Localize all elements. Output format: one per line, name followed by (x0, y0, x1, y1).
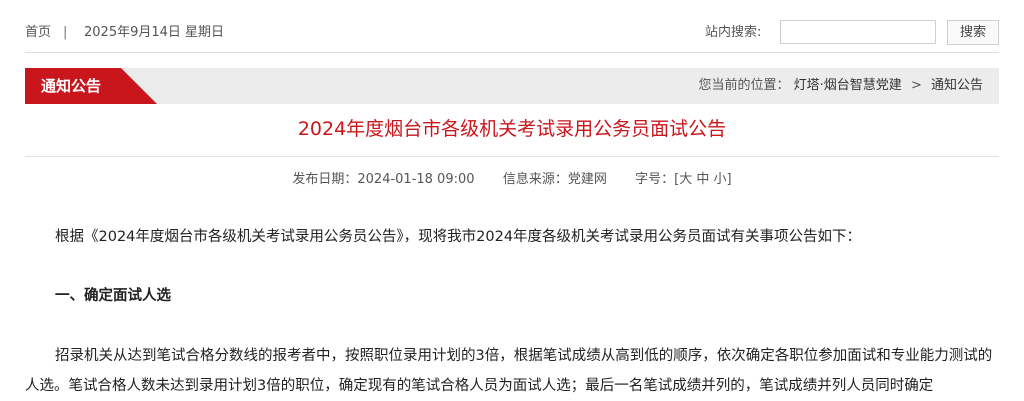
font-size-medium-button[interactable]: 中 (696, 172, 709, 187)
section-heading-1: 一、确定面试人选 (55, 288, 171, 304)
search-button[interactable]: 搜索 (947, 20, 999, 45)
font-size-close-bracket: ] (726, 172, 732, 187)
breadcrumb-item-home[interactable]: 灯塔·烟台智慧党建 (794, 78, 902, 93)
publish-date-label: 发布日期： (292, 172, 358, 187)
breadcrumb-separator: > (910, 78, 922, 93)
font-size-label: 字号： (635, 172, 675, 187)
top-separator: | (63, 25, 68, 40)
source-label: 信息来源： (502, 172, 568, 187)
intro-paragraph: 根据《2024年度烟台市各级机关考试录用公务员公告》，现将我市2024年度各级机… (55, 229, 862, 245)
font-size-large-button[interactable]: 大 (679, 172, 692, 187)
body-paragraph-1: 招录机关从达到笔试合格分数线的报考者中，按照职位录用计划的3倍，根据笔试成绩从高… (25, 348, 993, 394)
home-link[interactable]: 首页 (25, 25, 51, 41)
search-input[interactable] (780, 20, 936, 44)
breadcrumb-prefix: 您当前的位置： (698, 78, 790, 93)
font-size-small-button[interactable]: 小 (714, 172, 727, 187)
current-date: 2025年9月14日 星期日 (84, 25, 225, 40)
title-divider (25, 156, 999, 157)
section-bar: 通知公告 您当前的位置： 灯塔·烟台智慧党建 > 通知公告 (25, 68, 999, 104)
breadcrumb-item-current[interactable]: 通知公告 (931, 78, 983, 93)
article-meta: 发布日期：2024-01-18 09:00 信息来源：党建网 字号：[大 中 小… (25, 172, 999, 188)
top-bar: 首页 | 2025年9月14日 星期日 站内搜索: 搜索 (25, 0, 999, 53)
page: 首页 | 2025年9月14日 星期日 站内搜索: 搜索 通知公告 您当前的位置… (0, 0, 1024, 400)
publish-date: 2024-01-18 09:00 (357, 172, 475, 187)
article-title: 2024年度烟台市各级机关考试录用公务员面试公告 (297, 118, 727, 140)
breadcrumb: 您当前的位置： 灯塔·烟台智慧党建 > 通知公告 (699, 78, 984, 94)
search-label: 站内搜索: (705, 25, 762, 40)
section-title: 通知公告 (41, 77, 102, 95)
source-value: 党建网 (567, 172, 607, 187)
